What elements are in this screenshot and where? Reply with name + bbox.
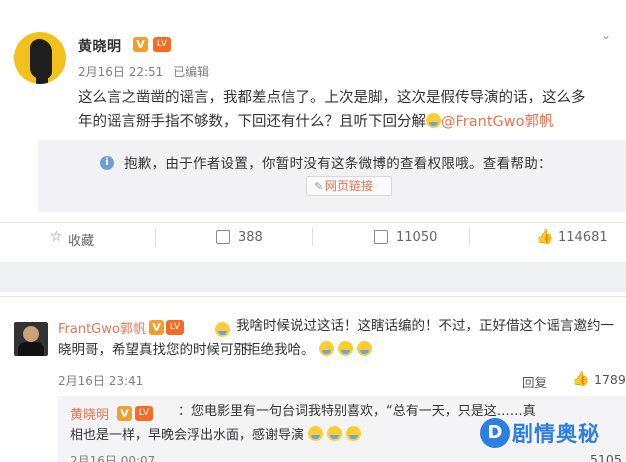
favorite-button[interactable]: 收藏 — [68, 230, 94, 249]
reply-button[interactable]: 回复 — [522, 372, 547, 391]
commenter-avatar[interactable] — [14, 322, 48, 356]
smile-emoji-icon — [426, 113, 441, 128]
section-divider — [0, 262, 626, 292]
reply-like-count[interactable]: 5105 — [590, 452, 622, 462]
notice-text: 抱歉，由于作者设置，你暂时没有这条微博的查看权限哦。查看帮助： — [124, 156, 552, 172]
smile-emoji-icon — [357, 341, 373, 356]
post-meta: 2月16日 22:51 已编辑 — [78, 63, 209, 80]
info-icon: i — [100, 156, 114, 170]
smile-emoji-icon — [346, 426, 362, 441]
post-timestamp[interactable]: 2月16日 22:51 — [78, 65, 163, 79]
reply-text-line1: ：您电影里有一句台词我特别喜欢，“总有一天，只是这……真 — [178, 404, 536, 419]
verified-badge-icon: V — [149, 320, 164, 335]
thumbs-up-icon: 👍 — [536, 229, 554, 245]
reply-author-name[interactable]: 黄晓明 — [70, 404, 109, 423]
post-body: 这么言之凿凿的谣言，我都差点信了。上次是脚，这次是假传导演的话，这么多 年的谣言… — [78, 86, 618, 134]
verified-badge-icon: V — [133, 37, 148, 52]
post-text-line1: 这么言之凿凿的谣言，我都差点信了。上次是脚，这次是假传导演的话，这么多 — [78, 90, 586, 106]
watermark-text: 剧情奥秘 — [512, 422, 600, 446]
divider — [0, 296, 626, 297]
repost-button[interactable]: 388 — [238, 230, 263, 245]
mention-link[interactable]: @FrantGwo郭帆 — [441, 114, 553, 130]
smile-emoji-icon — [318, 341, 334, 356]
reply-text-line2: 相也是一样，早晚会浮出水面，感谢导演 — [70, 424, 362, 448]
level-badge-icon: LV — [153, 37, 171, 52]
post-author-name[interactable]: 黄晓明 — [78, 36, 122, 56]
comment-like-count[interactable]: 1789 — [594, 372, 626, 387]
more-options-icon[interactable]: ⌄ — [601, 28, 611, 42]
star-icon: ☆ — [50, 229, 63, 245]
divider — [469, 228, 470, 246]
like-button[interactable]: 114681 — [558, 230, 608, 245]
divider — [155, 228, 156, 246]
commenter-name[interactable]: FrantGwo郭帆 — [58, 318, 146, 337]
comment-text-line2: 晓明哥，希望真找您的时候可别拒绝我哈。 — [58, 338, 373, 362]
smile-emoji-icon — [338, 341, 354, 356]
reply-time[interactable]: 2月16日 00:07 — [70, 452, 155, 462]
repost-icon — [216, 230, 230, 244]
thumbs-up-icon: 👍 — [572, 371, 590, 387]
smile-emoji-icon — [215, 322, 230, 337]
watermark-logo-icon: D — [480, 418, 510, 448]
author-avatar[interactable] — [14, 32, 66, 84]
divider — [312, 228, 313, 246]
comment-time[interactable]: 2月16日 23:41 — [58, 372, 143, 389]
verified-badge-icon: V — [117, 406, 132, 421]
edited-label: 已编辑 — [173, 65, 210, 79]
link-icon: ✎ — [314, 180, 324, 193]
level-badge-icon: LV — [166, 320, 184, 335]
comment-icon — [374, 230, 388, 244]
post-text-line2: 年的谣言掰手指不够数，下回还有什么？且听下回分解 — [78, 114, 426, 130]
level-badge-icon: LV — [135, 406, 153, 421]
smile-emoji-icon — [308, 426, 324, 441]
smile-emoji-icon — [327, 426, 343, 441]
comment-button[interactable]: 11050 — [396, 230, 437, 245]
